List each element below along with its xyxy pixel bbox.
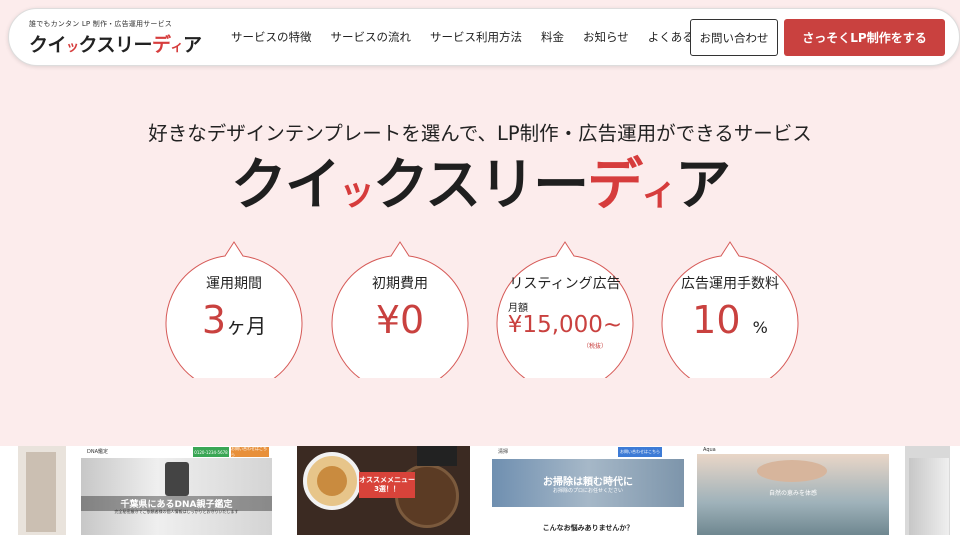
feature-value: ¥0	[375, 298, 425, 342]
nav-item-flow[interactable]: サービスの流れ	[331, 29, 412, 45]
template-thumbnail-dna[interactable]: DNA鑑定 0120-1234-5678 お問い合わせはこちら 千葉県にあるDN…	[81, 446, 272, 535]
template-thumbnail-partial[interactable]	[18, 446, 66, 535]
logo-tagline: 誰でもカンタン LP 制作・広告運用サービス	[29, 20, 172, 28]
thumb-cta: お問い合わせはこちら	[231, 446, 269, 457]
template-thumbnail-ramen[interactable]: オススメメニュー 3選！！	[297, 446, 470, 535]
start-lp-button[interactable]: さっそくLP制作をする	[784, 19, 945, 56]
thumb-caption: 自然の恵みを体感	[768, 490, 817, 497]
feature-initial-cost: 初期費用 ¥0	[325, 240, 475, 378]
nav-item-pricing[interactable]: 料金	[541, 29, 564, 45]
thumb-site-name: DNA鑑定	[87, 449, 109, 455]
feature-label: 運用期間	[206, 276, 262, 292]
feature-label: 初期費用	[372, 276, 428, 292]
thumb-recommend-badge: オススメメニュー 3選！！	[359, 472, 415, 498]
thumb-title: お掃除は頼む時代に	[543, 477, 633, 488]
feature-period: 運用期間 3ヶ月	[159, 240, 309, 378]
nav-item-features[interactable]: サービスの特徴	[231, 29, 312, 45]
thumb-site-name: 清掃	[498, 449, 509, 455]
template-thumbnail-water[interactable]: Aqua 自然の恵みを体感	[697, 446, 889, 535]
contact-button[interactable]: お問い合わせ	[690, 19, 778, 56]
main-nav: サービスの特徴 サービスの流れ サービス利用方法 料金 お知らせ よくある質問	[231, 29, 736, 45]
feature-value: 3ヶ月	[201, 298, 267, 342]
feature-value: ¥15,000~	[507, 312, 623, 338]
hero-logo: クイックスリーディア	[230, 153, 731, 218]
nav-item-news[interactable]: お知らせ	[583, 29, 629, 45]
feature-label: リスティング広告	[509, 276, 621, 292]
thumb-subtitle: お掃除のプロにお任せください	[552, 488, 623, 494]
logo-wordmark: クイックスリーディア	[29, 34, 202, 56]
thumb-cta: お問い合わせはこちら	[618, 447, 662, 457]
nav-item-usage[interactable]: サービス利用方法	[430, 29, 522, 45]
feature-label: 広告運用手数料	[681, 276, 779, 292]
feature-value: 10 %	[692, 298, 768, 342]
thumb-question: こんなお悩みありませんか？	[542, 524, 634, 532]
thumb-site-name: Aqua	[703, 447, 716, 453]
site-header: 誰でもカンタン LP 制作・広告運用サービス クイックスリーディア サービスの特…	[8, 8, 960, 66]
template-thumbnail-cleaning[interactable]: 清掃 お問い合わせはこちら お掃除は頼む時代に お掃除のプロにお任せください こ…	[492, 446, 684, 535]
thumb-phone: 0120-1234-5678	[193, 447, 229, 457]
feature-ad-fee: 広告運用手数料 10 %	[655, 240, 805, 378]
feature-listing-ads: リスティング広告 月額 ¥15,000~ （税抜）	[490, 240, 640, 378]
template-thumbnail-partial[interactable]	[905, 446, 950, 535]
thumb-subtitle: 完全秘密厳守でご依頼者様の個人情報はしっかりとお守りいたします	[114, 509, 239, 514]
template-carousel: DNA鑑定 0120-1234-5678 お問い合わせはこちら 千葉県にあるDN…	[0, 446, 960, 535]
header-logo[interactable]: 誰でもカンタン LP 制作・広告運用サービス クイックスリーディア	[29, 19, 202, 57]
tax-note: （税抜）	[583, 343, 608, 350]
